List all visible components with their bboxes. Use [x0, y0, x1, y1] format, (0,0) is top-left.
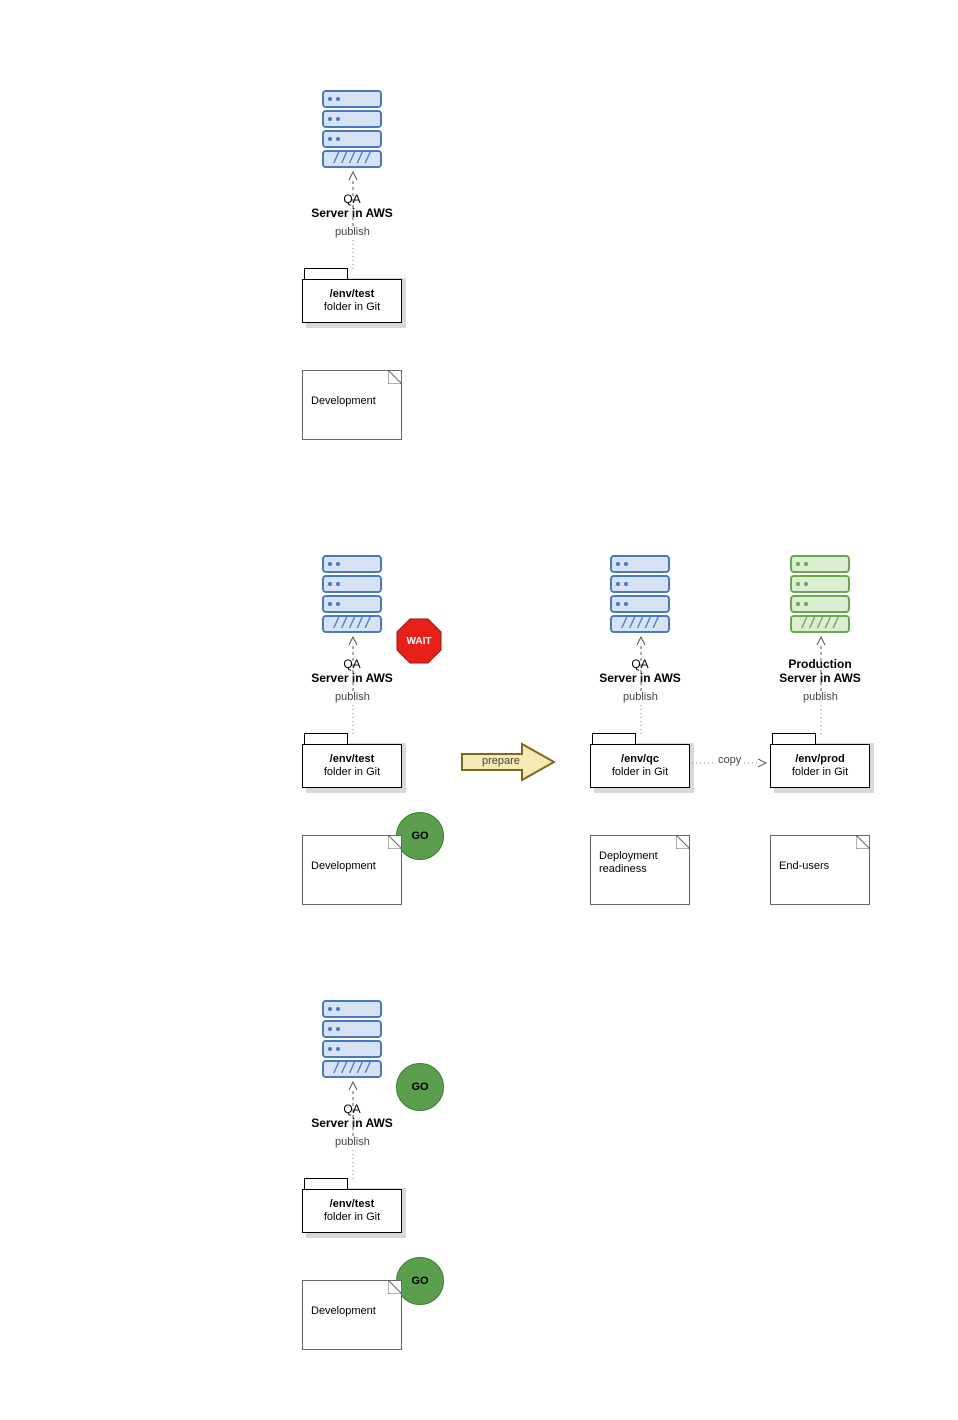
edge-label-publish: publish: [621, 691, 660, 703]
note-text: Development: [311, 395, 376, 407]
server-icon-qa: /////: [322, 555, 382, 635]
note-development: Development: [302, 370, 402, 440]
server-icon-production: /////: [790, 555, 850, 635]
connector-publish: [636, 635, 646, 691]
connector-publish: [348, 1080, 358, 1136]
prepare-arrow: prepare: [460, 742, 550, 778]
note-text: Deployment readiness: [599, 850, 681, 876]
folder-env-prod: /env/prod folder in Git: [770, 733, 870, 788]
note-deployment-readiness: Deployment readiness: [590, 835, 690, 905]
connector-publish: [348, 170, 358, 226]
edge-label-publish: publish: [801, 691, 840, 703]
folder-path: /env/test: [330, 753, 375, 766]
note-development: Development: [302, 835, 402, 905]
note-text: Development: [311, 860, 376, 872]
folder-desc: folder in Git: [324, 766, 380, 779]
folder-env-qc: /env/qc folder in Git: [590, 733, 690, 788]
note-text: Development: [311, 1305, 376, 1317]
folder-path: /env/test: [330, 288, 375, 301]
folder-path: /env/test: [330, 1198, 375, 1211]
folder-path: /env/qc: [621, 753, 659, 766]
note-text: End-users: [779, 860, 829, 872]
folder-desc: folder in Git: [792, 766, 848, 779]
folder-desc: folder in Git: [324, 301, 380, 314]
server-icon-qa: /////: [610, 555, 670, 635]
folder-desc: folder in Git: [612, 766, 668, 779]
server-icon-qa: /////: [322, 1000, 382, 1080]
folder-path: /env/prod: [795, 753, 845, 766]
go-badge: GO: [396, 812, 444, 860]
edge-label-publish: publish: [333, 226, 372, 238]
connector-publish: [348, 635, 358, 691]
folder-env-test: /env/test folder in Git: [302, 1178, 402, 1233]
connector-publish: [816, 635, 826, 691]
folder-env-test: /env/test folder in Git: [302, 733, 402, 788]
badge-text: GO: [411, 830, 428, 842]
note-end-users: End-users: [770, 835, 870, 905]
edge-label-copy: copy: [716, 754, 743, 766]
server-icon-qa: /////: [322, 90, 382, 170]
edge-label-publish: publish: [333, 1136, 372, 1148]
badge-text: WAIT: [407, 636, 432, 647]
folder-env-test: /env/test folder in Git: [302, 268, 402, 323]
badge-text: GO: [411, 1081, 428, 1093]
badge-text: GO: [411, 1275, 428, 1287]
folder-desc: folder in Git: [324, 1211, 380, 1224]
go-badge: GO: [396, 1257, 444, 1305]
edge-label-prepare: prepare: [480, 755, 522, 767]
edge-label-publish: publish: [333, 691, 372, 703]
note-development: Development: [302, 1280, 402, 1350]
